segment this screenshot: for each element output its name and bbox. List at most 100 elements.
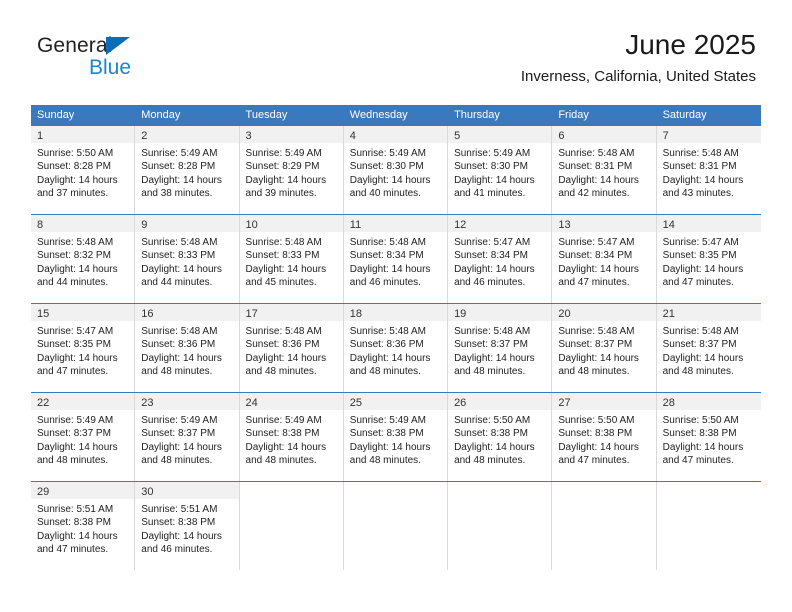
- day-number: 29: [37, 486, 50, 498]
- sunset-text: Sunset: 8:36 PM: [141, 339, 216, 351]
- day-cell[interactable]: 17 Sunrise: 5:48 AM Sunset: 8:36 PM Dayligh…: [239, 304, 344, 392]
- day-number-band: 12: [448, 215, 552, 232]
- daylight-text: Daylight: 14 hours and 47 minutes.: [558, 263, 639, 288]
- day-details: Sunrise: 5:48 AM Sunset: 8:37 PM Daylight:…: [657, 321, 761, 378]
- title-block: June 2025 Inverness, California, United …: [521, 28, 756, 86]
- sunrise-text: Sunrise: 5:48 AM: [141, 237, 218, 248]
- day-cell[interactable]: 8 Sunrise: 5:48 AM Sunset: 8:32 PM Daylight…: [31, 215, 136, 303]
- sunrise-text: Sunrise: 5:48 AM: [454, 326, 531, 337]
- weekday-header-row: Sunday Monday Tuesday Wednesday Thursday Frid…: [31, 105, 761, 125]
- day-cell[interactable]: 25 Sunrise: 5:49 AM Sunset: 8:38 PM Dayligh…: [343, 393, 449, 481]
- sunset-text: Sunset: 8:37 PM: [37, 428, 111, 440]
- day-cell[interactable]: 12 Sunrise: 5:47 AM Sunset: 8:34 PM Dayligh…: [448, 215, 553, 303]
- day-cell[interactable]: 14 Sunrise: 5:47 AM Sunset: 8:35 PM Dayligh…: [656, 215, 761, 303]
- sunset-text: Sunset: 8:33 PM: [245, 250, 320, 262]
- day-number-band: [240, 482, 343, 499]
- day-number-band: 1: [31, 126, 135, 143]
- daylight-text: Daylight: 14 hours and 48 minutes.: [141, 441, 222, 466]
- day-number-band: 2: [135, 126, 239, 143]
- day-cell[interactable]: 22 Sunrise: 5:49 AM Sunset: 8:37 PM Dayligh…: [31, 393, 136, 481]
- day-cell[interactable]: 11 Sunrise: 5:48 AM Sunset: 8:34 PM Dayligh…: [343, 215, 449, 303]
- day-number-band: 13: [552, 215, 656, 232]
- day-details: Sunrise: 5:49 AM Sunset: 8:38 PM Daylight:…: [344, 410, 447, 467]
- day-number-band: 5: [448, 126, 552, 143]
- sunrise-text: Sunrise: 5:48 AM: [662, 148, 739, 159]
- day-cell[interactable]: 3 Sunrise: 5:49 AM Sunset: 8:29 PM Daylight…: [239, 126, 344, 214]
- day-number: 14: [662, 219, 675, 231]
- day-cell[interactable]: 9 Sunrise: 5:48 AM Sunset: 8:33 PM Daylight…: [135, 215, 240, 303]
- day-number-band: 3: [239, 126, 343, 143]
- day-cell[interactable]: 7 Sunrise: 5:48 AM Sunset: 8:31 PM Daylight…: [656, 126, 761, 214]
- sunset-text: Sunset: 8:35 PM: [37, 339, 111, 351]
- sunset-text: Sunset: 8:36 PM: [349, 339, 424, 351]
- day-number-band: 18: [343, 304, 448, 321]
- daylight-text: Daylight: 14 hours and 47 minutes.: [558, 441, 639, 466]
- daylight-text: Daylight: 14 hours and 48 minutes.: [349, 441, 431, 466]
- day-cell-empty: [656, 482, 761, 570]
- day-number: 20: [558, 308, 571, 320]
- day-cell[interactable]: 24 Sunrise: 5:49 AM Sunset: 8:38 PM Dayligh…: [239, 393, 344, 481]
- day-details: Sunrise: 5:49 AM Sunset: 8:29 PM Daylight:…: [240, 143, 343, 200]
- day-cell-empty: [343, 482, 449, 570]
- day-cell[interactable]: 10 Sunrise: 5:48 AM Sunset: 8:33 PM Dayligh…: [239, 215, 344, 303]
- day-number-band: 21: [656, 304, 761, 321]
- day-cell[interactable]: 2 Sunrise: 5:49 AM Sunset: 8:28 PM Daylight…: [135, 126, 240, 214]
- day-number-band: 27: [552, 393, 656, 410]
- day-number: 5: [454, 130, 461, 142]
- day-details: Sunrise: 5:49 AM Sunset: 8:30 PM Daylight:…: [344, 143, 447, 200]
- day-number: 22: [37, 397, 50, 409]
- day-cell[interactable]: 23 Sunrise: 5:49 AM Sunset: 8:37 PM Dayligh…: [135, 393, 240, 481]
- day-number: 7: [662, 130, 669, 142]
- sunrise-text: Sunrise: 5:49 AM: [245, 148, 322, 159]
- day-details: Sunrise: 5:48 AM Sunset: 8:37 PM Daylight:…: [448, 321, 551, 378]
- day-cell[interactable]: 1 Sunrise: 5:50 AM Sunset: 8:28 PM Daylight…: [31, 126, 136, 214]
- weekday-header-saturday: Saturday: [662, 109, 707, 121]
- day-cell[interactable]: 6 Sunrise: 5:48 AM Sunset: 8:31 PM Daylight…: [552, 126, 657, 214]
- day-number: 9: [141, 219, 148, 231]
- sunset-text: Sunset: 8:38 PM: [558, 428, 633, 440]
- day-cell[interactable]: 4 Sunrise: 5:49 AM Sunset: 8:30 PM Daylight…: [343, 126, 449, 214]
- day-details: Sunrise: 5:48 AM Sunset: 8:31 PM Daylight:…: [552, 143, 655, 200]
- day-details: Sunrise: 5:51 AM Sunset: 8:38 PM Daylight:…: [135, 499, 238, 556]
- daylight-text: Daylight: 14 hours and 46 minutes.: [349, 263, 431, 288]
- weekday-header-monday: Monday: [141, 109, 181, 121]
- sunrise-text: Sunrise: 5:50 AM: [454, 415, 531, 426]
- day-number-band: 28: [656, 393, 761, 410]
- day-number-band: 9: [135, 215, 239, 232]
- sunset-text: Sunset: 8:30 PM: [349, 161, 424, 173]
- day-cell[interactable]: 5 Sunrise: 5:49 AM Sunset: 8:30 PM Daylight…: [448, 126, 553, 214]
- sunrise-text: Sunrise: 5:48 AM: [245, 326, 322, 337]
- day-details: Sunrise: 5:48 AM Sunset: 8:31 PM Daylight:…: [657, 143, 761, 200]
- day-cell[interactable]: 26 Sunrise: 5:50 AM Sunset: 8:38 PM Dayligh…: [448, 393, 553, 481]
- day-cell[interactable]: 20 Sunrise: 5:48 AM Sunset: 8:37 PM Dayligh…: [552, 304, 657, 392]
- day-cell[interactable]: 29 Sunrise: 5:51 AM Sunset: 8:38 PM Dayligh…: [31, 482, 136, 570]
- daylight-text: Daylight: 14 hours and 39 minutes.: [245, 174, 327, 199]
- day-cell[interactable]: 16 Sunrise: 5:48 AM Sunset: 8:36 PM Dayligh…: [135, 304, 240, 392]
- sunset-text: Sunset: 8:30 PM: [454, 161, 528, 173]
- day-cell[interactable]: 15 Sunrise: 5:47 AM Sunset: 8:35 PM Dayligh…: [31, 304, 136, 392]
- day-cell[interactable]: 18 Sunrise: 5:48 AM Sunset: 8:36 PM Dayligh…: [343, 304, 449, 392]
- day-number: 10: [245, 219, 258, 231]
- day-cell[interactable]: 21 Sunrise: 5:48 AM Sunset: 8:37 PM Dayligh…: [656, 304, 761, 392]
- day-cell[interactable]: 30 Sunrise: 5:51 AM Sunset: 8:38 PM Dayligh…: [135, 482, 240, 570]
- day-cell[interactable]: 28 Sunrise: 5:50 AM Sunset: 8:38 PM Dayligh…: [656, 393, 761, 481]
- day-details: Sunrise: 5:47 AM Sunset: 8:34 PM Daylight:…: [552, 232, 655, 289]
- sunrise-text: Sunrise: 5:47 AM: [37, 326, 114, 337]
- sunrise-text: Sunrise: 5:49 AM: [454, 148, 531, 159]
- sunset-text: Sunset: 8:38 PM: [245, 428, 320, 440]
- day-number-band: 10: [239, 215, 343, 232]
- day-cell[interactable]: 27 Sunrise: 5:50 AM Sunset: 8:38 PM Dayligh…: [552, 393, 657, 481]
- sunrise-text: Sunrise: 5:49 AM: [245, 415, 322, 426]
- sunrise-text: Sunrise: 5:48 AM: [245, 237, 322, 248]
- daylight-text: Daylight: 14 hours and 44 minutes.: [37, 263, 118, 288]
- sunrise-text: Sunrise: 5:48 AM: [349, 237, 426, 248]
- day-details: Sunrise: 5:50 AM Sunset: 8:28 PM Daylight:…: [31, 143, 134, 200]
- calendar-page: General Blue June 2025 Inverness, Califo…: [0, 0, 792, 612]
- daylight-text: Daylight: 14 hours and 48 minutes.: [245, 441, 327, 466]
- weekday-header-friday: Friday: [558, 109, 589, 121]
- calendar-grid: Sunday Monday Tuesday Wednesday Thursday Frid…: [31, 105, 761, 570]
- daylight-text: Daylight: 14 hours and 43 minutes.: [662, 174, 744, 199]
- sunset-text: Sunset: 8:34 PM: [454, 250, 528, 262]
- day-cell[interactable]: 13 Sunrise: 5:47 AM Sunset: 8:34 PM Dayligh…: [552, 215, 657, 303]
- day-cell[interactable]: 19 Sunrise: 5:48 AM Sunset: 8:37 PM Dayligh…: [448, 304, 553, 392]
